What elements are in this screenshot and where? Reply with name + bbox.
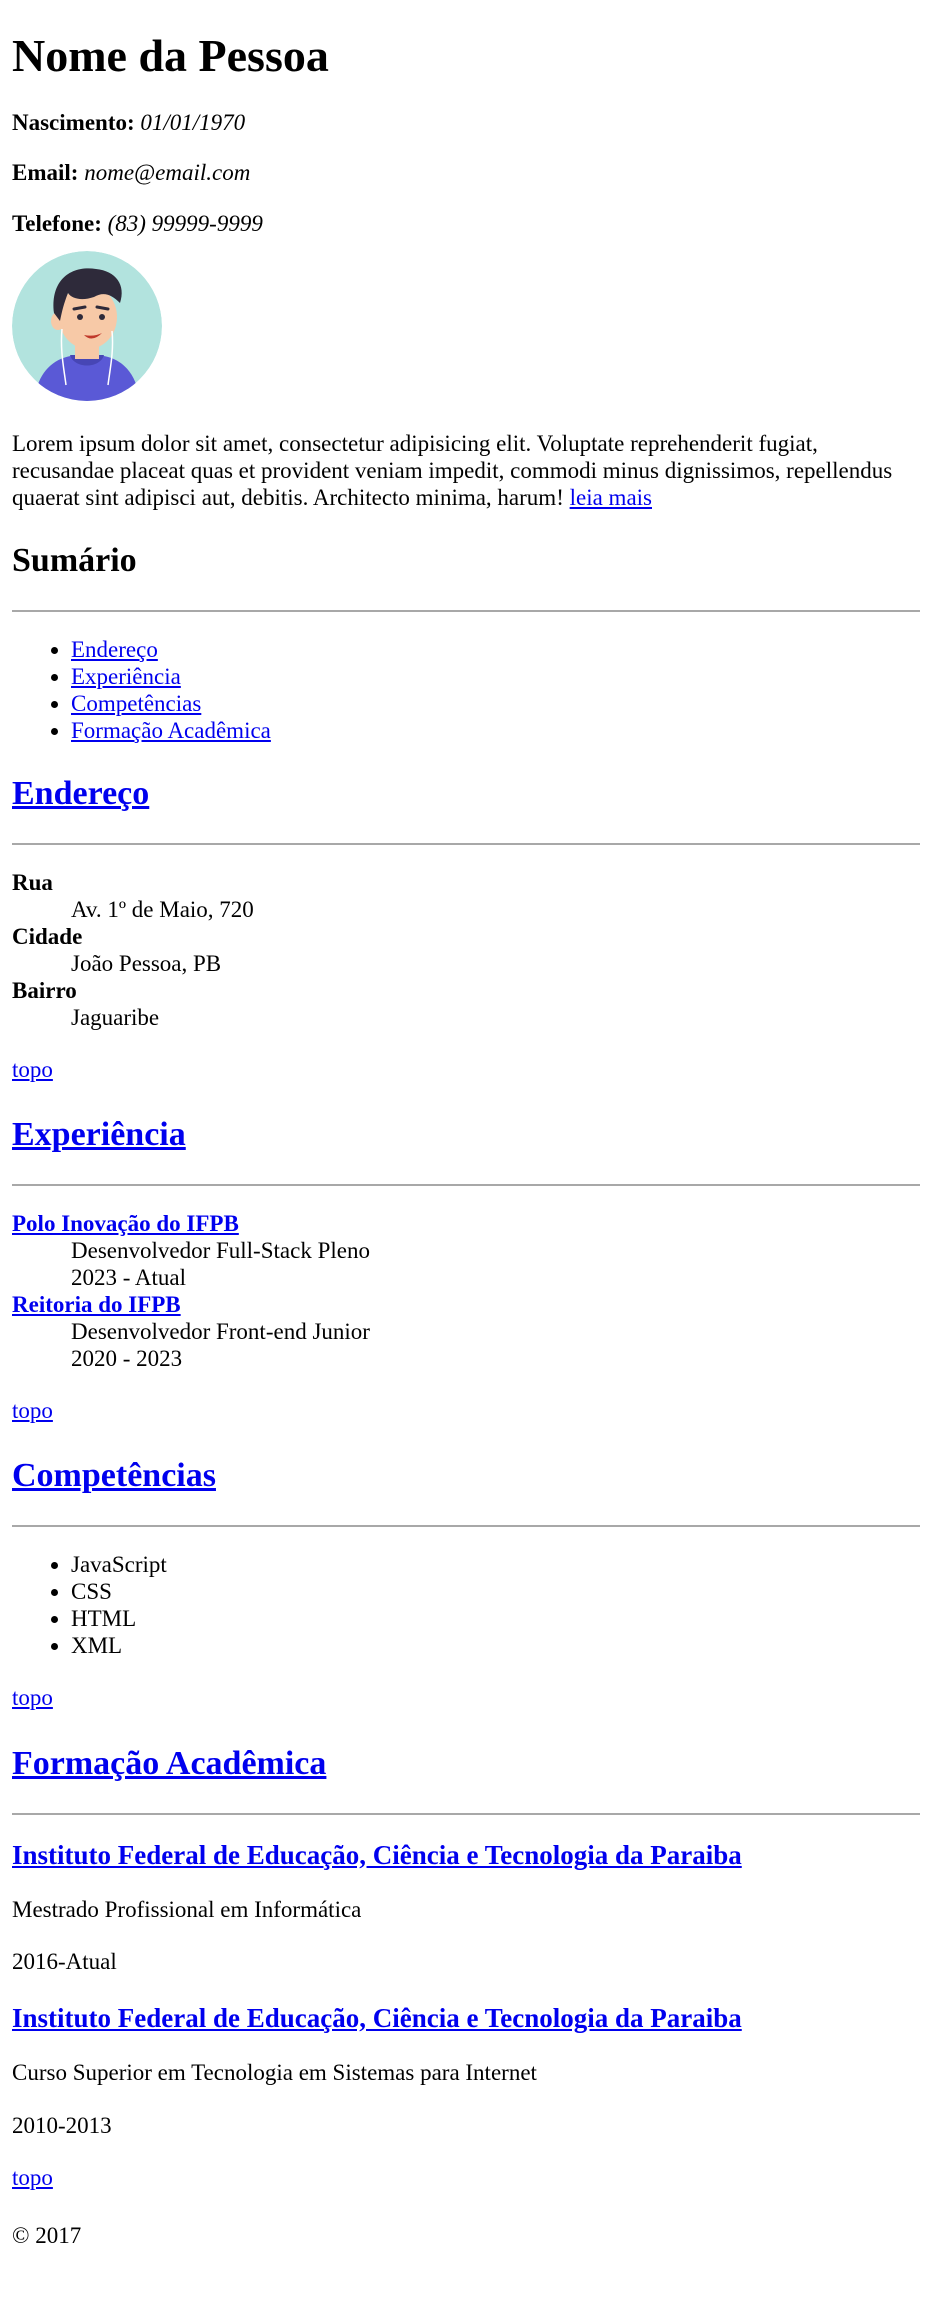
district-value: Jaguaribe <box>71 1004 160 1030</box>
experience-title-link[interactable]: Experiência <box>12 1116 186 1153</box>
bio-paragraph: Lorem ipsum dolor sit amet, consectetur … <box>12 430 920 511</box>
address-list: Rua Av. 1º de Maio, 720 Cidade João Pess… <box>12 869 920 1031</box>
education-course: Mestrado Profissional em Informática <box>12 1896 362 1922</box>
avatar <box>12 251 162 402</box>
birth-line: Nascimento: 01/01/1970 <box>12 110 920 136</box>
divider <box>12 610 920 612</box>
job-role: Desenvolvedor Full-Stack Pleno <box>71 1238 370 1264</box>
back-to-top-link[interactable]: topo <box>12 1685 53 1711</box>
city-label: Cidade <box>12 923 83 949</box>
email-value: nome@email.com <box>84 160 251 186</box>
summary-link-experience[interactable]: Experiência <box>71 664 181 689</box>
summary-list: Endereço Experiência Competências Formaç… <box>12 636 920 744</box>
divider <box>12 1184 920 1187</box>
education-title-link[interactable]: Formação Acadêmica <box>12 1745 326 1782</box>
company-link[interactable]: Reitoria do IFPB <box>12 1292 181 1317</box>
education-institution: Instituto Federal de Educação, Ciência e… <box>12 2002 920 2034</box>
summary-title: Sumário <box>12 542 137 580</box>
job-role: Desenvolvedor Front-end Junior <box>71 1319 370 1345</box>
experience-list: Polo Inovação do IFPB Desenvolvedor Full… <box>12 1210 920 1372</box>
phone-value: (83) 99999-9999 <box>107 210 263 236</box>
address-section-title: Endereço <box>12 774 920 815</box>
skill-item: JavaScript <box>71 1551 920 1578</box>
institution-link[interactable]: Instituto Federal de Educação, Ciência e… <box>12 2003 742 2033</box>
person-name: Nome da Pessoa <box>12 30 329 81</box>
job-period: 2023 - Atual <box>71 1265 186 1291</box>
divider <box>12 842 920 845</box>
divider <box>12 1812 920 1815</box>
street-label: Rua <box>12 869 53 895</box>
skills-section-title: Competências <box>12 1456 920 1497</box>
email-label: Email: <box>12 160 79 186</box>
education-section-title: Formação Acadêmica <box>12 1744 920 1785</box>
experience-section-title: Experiência <box>12 1115 920 1156</box>
education-period: 2010-2013 <box>12 2112 112 2138</box>
summary-link-education[interactable]: Formação Acadêmica <box>71 718 271 743</box>
education-course: Curso Superior em Tecnologia em Sistemas… <box>12 2060 537 2086</box>
phone-line: Telefone: (83) 99999-9999 <box>12 211 920 237</box>
phone-label: Telefone: <box>12 210 102 236</box>
back-to-top-link[interactable]: topo <box>12 1398 53 1424</box>
back-to-top-link[interactable]: topo <box>12 2165 53 2191</box>
skill-item: CSS <box>71 1578 920 1605</box>
back-to-top-link[interactable]: topo <box>12 1057 53 1083</box>
birth-value: 01/01/1970 <box>140 109 246 135</box>
skills-list: JavaScript CSS HTML XML <box>12 1551 920 1659</box>
divider <box>12 1525 920 1528</box>
skill-item: XML <box>71 1632 920 1659</box>
company-link[interactable]: Polo Inovação do IFPB <box>12 1211 239 1236</box>
resume-page: Nome da Pessoa Nascimento: 01/01/1970 Em… <box>0 30 932 2250</box>
summary-link-address[interactable]: Endereço <box>71 637 158 662</box>
job-company: Polo Inovação do IFPB <box>12 1210 920 1237</box>
street-value: Av. 1º de Maio, 720 <box>71 896 254 922</box>
footer-copyright: © 2017 <box>12 2223 82 2249</box>
bio-text: Lorem ipsum dolor sit amet, consectetur … <box>12 431 893 511</box>
district-label: Bairro <box>12 977 77 1003</box>
city-value: João Pessoa, PB <box>71 950 222 976</box>
summary-item: Formação Acadêmica <box>71 717 920 744</box>
skill-item: HTML <box>71 1605 920 1632</box>
birth-label: Nascimento: <box>12 109 135 135</box>
job-company: Reitoria do IFPB <box>12 1291 920 1318</box>
summary-item: Competências <box>71 690 920 717</box>
address-title-link[interactable]: Endereço <box>12 775 149 812</box>
email-line: Email: nome@email.com <box>12 160 920 186</box>
summary-item: Endereço <box>71 636 920 663</box>
education-period: 2016-Atual <box>12 1949 117 1975</box>
education-institution: Instituto Federal de Educação, Ciência e… <box>12 1839 920 1871</box>
institution-link[interactable]: Instituto Federal de Educação, Ciência e… <box>12 1840 742 1870</box>
summary-link-skills[interactable]: Competências <box>71 691 201 716</box>
job-period: 2020 - 2023 <box>71 1346 183 1372</box>
summary-item: Experiência <box>71 663 920 690</box>
read-more-link[interactable]: leia mais <box>570 485 652 510</box>
skills-title-link[interactable]: Competências <box>12 1457 216 1494</box>
